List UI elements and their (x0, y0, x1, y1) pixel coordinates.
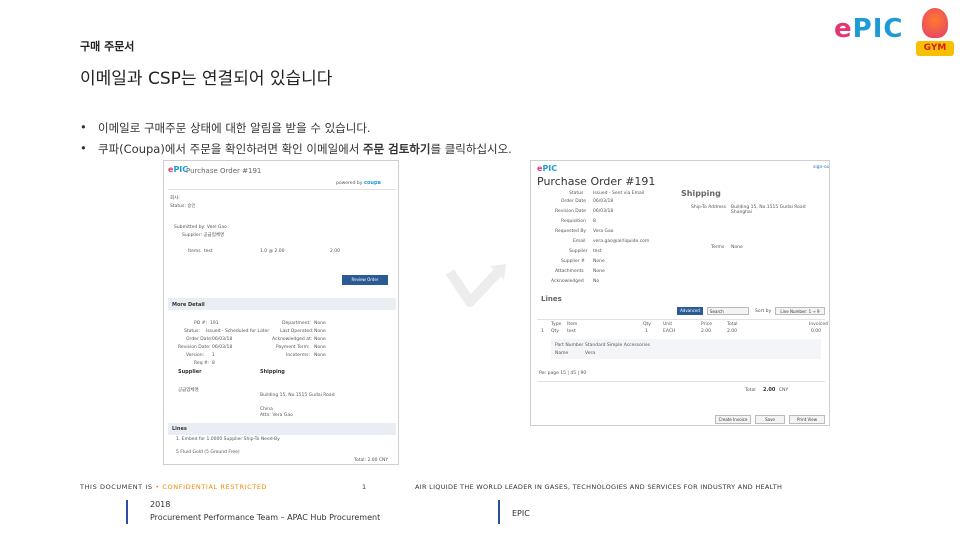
tagline: AIR LIQUIDE THE WORLD LEADER IN GASES, T… (415, 483, 783, 491)
shipping-heading: Shipping (681, 189, 721, 198)
more-detail-heading: More Detail (172, 302, 205, 308)
sort-select[interactable]: Line Number: 1 → 9 (775, 307, 825, 315)
print-view-button[interactable]: Print View (789, 415, 825, 424)
page-number: 1 (362, 483, 367, 491)
confidentiality-notice: THIS DOCUMENT IS • CONFIDENTIAL RESTRICT… (80, 483, 268, 491)
epic-logo: ePIC (834, 14, 904, 44)
email-po-title: Purchase Order #191 (186, 167, 262, 175)
bullet-dot-icon: • (80, 120, 87, 134)
pager[interactable]: Per page 15 | 45 | 90 (539, 371, 586, 376)
bullet-dot-icon: • (80, 141, 87, 155)
gym-badge: GYM (916, 41, 954, 56)
footer-year: 2018 (150, 500, 171, 509)
bullet-text: 이메일로 구매주문 상태에 대한 알림을 받을 수 있습니다. (98, 121, 371, 135)
rocket-icon (922, 8, 948, 38)
review-order-button[interactable]: Review Order (342, 275, 388, 285)
bullet-text: 쿠파(Coupa)에서 주문을 확인하려면 확인 이메일에서 주문 검토하기를 … (98, 142, 512, 156)
breadcrumb: 구매 주문서 (80, 40, 135, 53)
arrow-icon (446, 264, 506, 307)
footer-team: Procurement Performance Team – APAC Hub … (150, 513, 381, 522)
footer-divider (126, 500, 128, 524)
lines-heading: Lines (541, 295, 562, 303)
coupa-screenshot: ePIC sign-out Purchase Order #191 Status… (530, 160, 830, 426)
page-title: 이메일과 CSP는 연결되어 있습니다 (80, 69, 333, 89)
lines-heading: Lines (172, 426, 187, 432)
search-input[interactable]: Search (707, 307, 749, 315)
advanced-button[interactable]: Advanced (677, 307, 703, 315)
coupa-epic-logo: ePIC (537, 164, 558, 173)
footer-epic: EPIC (512, 509, 530, 518)
create-invoice-button[interactable]: Create Invoice (715, 415, 751, 424)
coupa-brand: coupa (364, 180, 381, 186)
email-screenshot: ePIC Purchase Order #191 powered by coup… (163, 160, 399, 465)
email-powered: powered by (336, 181, 363, 186)
footer-divider (498, 500, 500, 524)
coupa-po-title: Purchase Order #191 (537, 175, 656, 188)
save-button[interactable]: Save (755, 415, 785, 424)
gym-logo: GYM (916, 8, 954, 56)
